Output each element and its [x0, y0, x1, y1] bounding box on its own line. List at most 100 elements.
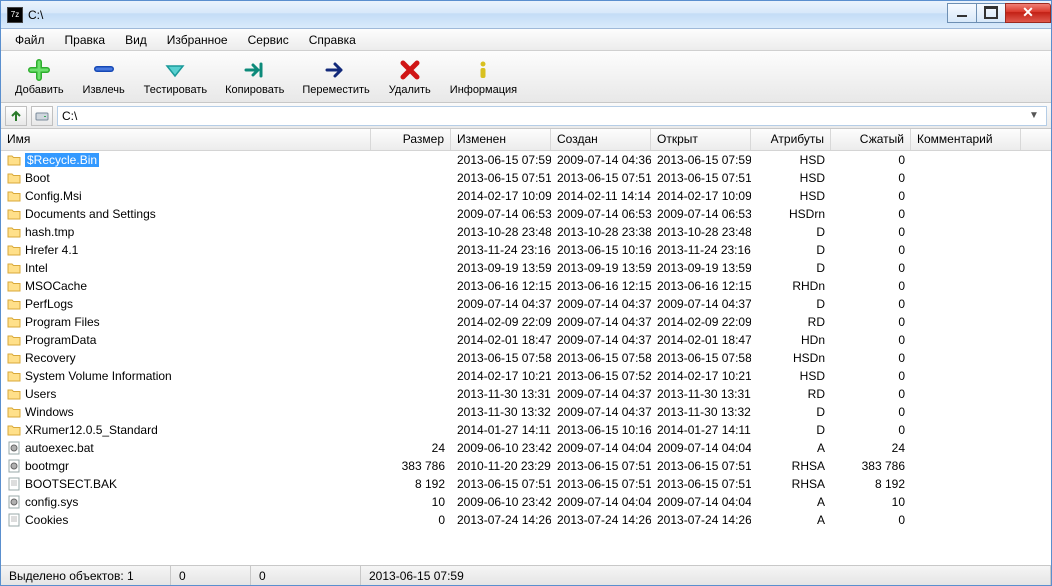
file-modified: 2014-02-09 22:09	[451, 314, 551, 330]
file-row[interactable]: $Recycle.Bin2013-06-15 07:592009-07-14 0…	[1, 151, 1051, 169]
folder-icon	[7, 369, 21, 383]
folder-icon	[7, 387, 21, 401]
copy-button[interactable]: Копировать	[217, 56, 292, 98]
file-comment	[911, 339, 1021, 341]
col-name[interactable]: Имя	[1, 129, 371, 150]
file-row[interactable]: Program Files2014-02-09 22:092009-07-14 …	[1, 313, 1051, 331]
file-created: 2009-07-14 04:37	[551, 296, 651, 312]
file-opened: 2014-02-17 10:21	[651, 368, 751, 384]
col-opened[interactable]: Открыт	[651, 129, 751, 150]
file-row[interactable]: Hrefer 4.12013-11-24 23:162013-06-15 10:…	[1, 241, 1051, 259]
file-comment	[911, 249, 1021, 251]
file-listview[interactable]: Имя Размер Изменен Создан Открыт Атрибут…	[1, 129, 1051, 565]
file-attrs: A	[751, 440, 831, 456]
file-attrs: HSDn	[751, 350, 831, 366]
file-row[interactable]: Users2013-11-30 13:312009-07-14 04:37201…	[1, 385, 1051, 403]
file-name: $Recycle.Bin	[25, 153, 99, 167]
file-modified: 2013-06-15 07:51	[451, 476, 551, 492]
file-attrs: A	[751, 512, 831, 528]
file-created: 2013-10-28 23:38	[551, 224, 651, 240]
col-comment[interactable]: Комментарий	[911, 129, 1021, 150]
file-row[interactable]: Boot2013-06-15 07:512013-06-15 07:512013…	[1, 169, 1051, 187]
path-dropdown-icon[interactable]: ▼	[1026, 110, 1042, 121]
file-row[interactable]: Intel2013-09-19 13:592013-09-19 13:59201…	[1, 259, 1051, 277]
file-row[interactable]: config.sys102009-06-10 23:422009-07-14 0…	[1, 493, 1051, 511]
file-name: BOOTSECT.BAK	[25, 477, 117, 491]
file-comment	[911, 357, 1021, 359]
file-attrs: RD	[751, 386, 831, 402]
file-row[interactable]: XRumer12.0.5_Standard2014-01-27 14:11201…	[1, 421, 1051, 439]
menu-view[interactable]: Вид	[115, 31, 157, 49]
file-row[interactable]: Recovery2013-06-15 07:582013-06-15 07:58…	[1, 349, 1051, 367]
info-button[interactable]: Информация	[442, 56, 525, 98]
file-modified: 2009-07-14 04:37	[451, 296, 551, 312]
file-modified: 2014-02-17 10:09	[451, 188, 551, 204]
test-button[interactable]: Тестировать	[136, 56, 216, 98]
col-created[interactable]: Создан	[551, 129, 651, 150]
file-row[interactable]: BOOTSECT.BAK8 1922013-06-15 07:512013-06…	[1, 475, 1051, 493]
file-modified: 2013-09-19 13:59	[451, 260, 551, 276]
file-packed: 0	[831, 242, 911, 258]
file-comment	[911, 519, 1021, 521]
col-attrs[interactable]: Атрибуты	[751, 129, 831, 150]
menu-tools[interactable]: Сервис	[238, 31, 299, 49]
add-button[interactable]: Добавить	[7, 56, 72, 98]
file-size	[371, 267, 451, 269]
col-modified[interactable]: Изменен	[451, 129, 551, 150]
file-row[interactable]: PerfLogs 2009-07-14 04:372009-07-14 04:37…	[1, 295, 1051, 313]
folder-icon	[7, 225, 21, 239]
file-name: Documents and Settings	[25, 207, 156, 221]
file-size	[371, 177, 451, 179]
extract-button[interactable]: Извлечь	[74, 56, 134, 98]
file-size	[371, 213, 451, 215]
col-size[interactable]: Размер	[371, 129, 451, 150]
menu-help[interactable]: Справка	[299, 31, 366, 49]
minimize-button[interactable]	[947, 3, 977, 23]
file-attrs: D	[751, 296, 831, 312]
menu-file[interactable]: Файл	[5, 31, 55, 49]
file-row[interactable]: bootmgr383 7862010-11-20 23:292013-06-15…	[1, 457, 1051, 475]
file-size	[371, 321, 451, 323]
file-row[interactable]: hash.tmp2013-10-28 23:482013-10-28 23:38…	[1, 223, 1051, 241]
file-packed: 0	[831, 386, 911, 402]
menu-edit[interactable]: Правка	[55, 31, 116, 49]
file-opened: 2009-07-14 06:53	[651, 206, 751, 222]
statusbar: Выделено объектов: 1 0 0 2013-06-15 07:5…	[1, 565, 1051, 585]
file-opened: 2014-01-27 14:11	[651, 422, 751, 438]
file-row[interactable]: Cookies02013-07-24 14:262013-07-24 14:26…	[1, 511, 1051, 529]
file-opened: 2013-06-15 07:58	[651, 350, 751, 366]
file-packed: 0	[831, 188, 911, 204]
file-created: 2009-07-14 06:53	[551, 206, 651, 222]
file-modified: 2010-11-20 23:29	[451, 458, 551, 474]
file-size: 24	[371, 440, 451, 456]
file-opened: 2013-11-30 13:32	[651, 404, 751, 420]
move-button[interactable]: Переместить	[294, 56, 377, 98]
file-row[interactable]: Documents and Settings 2009-07-14 06:5320…	[1, 205, 1051, 223]
file-name: PerfLogs	[25, 297, 73, 311]
file-packed: 0	[831, 332, 911, 348]
delete-button[interactable]: Удалить	[380, 56, 440, 98]
col-packed[interactable]: Сжатый	[831, 129, 911, 150]
path-value: C:\	[62, 109, 1026, 123]
file-row[interactable]: Windows2013-11-30 13:322009-07-14 04:372…	[1, 403, 1051, 421]
file-row[interactable]: autoexec.bat242009-06-10 23:422009-07-14…	[1, 439, 1051, 457]
file-attrs: RHSA	[751, 458, 831, 474]
file-size	[371, 357, 451, 359]
file-comment	[911, 303, 1021, 305]
file-row[interactable]: MSOCache2013-06-16 12:152013-06-16 12:15…	[1, 277, 1051, 295]
close-button[interactable]	[1005, 3, 1051, 23]
move-label: Переместить	[302, 84, 369, 96]
up-button[interactable]	[5, 106, 27, 126]
file-attrs: D	[751, 422, 831, 438]
file-icon	[7, 477, 21, 491]
file-comment	[911, 429, 1021, 431]
copy-icon	[243, 58, 267, 82]
file-row[interactable]: System Volume Information2014-02-17 10:2…	[1, 367, 1051, 385]
titlebar[interactable]: 7z C:\	[1, 1, 1051, 29]
file-row[interactable]: Config.Msi2014-02-17 10:092014-02-11 14:…	[1, 187, 1051, 205]
file-row[interactable]: ProgramData2014-02-01 18:472009-07-14 04…	[1, 331, 1051, 349]
maximize-button[interactable]	[976, 3, 1006, 23]
path-field[interactable]: C:\ ▼	[57, 106, 1047, 126]
file-modified: 2013-11-30 13:31	[451, 386, 551, 402]
menu-favorites[interactable]: Избранное	[157, 31, 238, 49]
